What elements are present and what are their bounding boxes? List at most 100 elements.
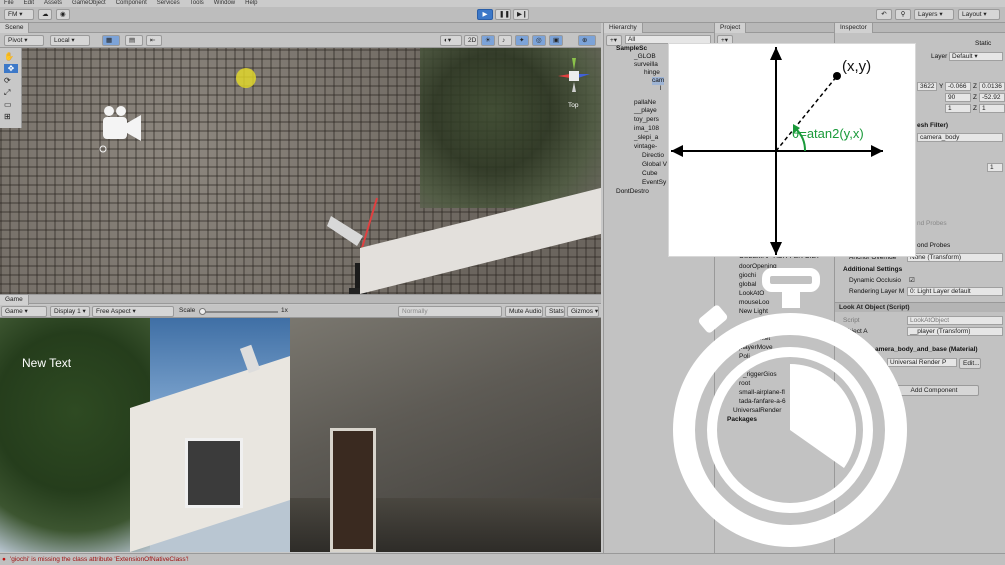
anchor-override-field[interactable]: None (Transform) (907, 253, 1003, 262)
tab-scene[interactable]: Scene (0, 23, 30, 33)
tree-row-0[interactable]: SampleSc (616, 45, 647, 53)
mesh-filter-header[interactable]: esh Filter) (917, 121, 948, 130)
scene-camera-icon[interactable]: ▣ (549, 35, 563, 46)
tree-row-6[interactable]: pallaNe (634, 99, 656, 107)
hidden-objects-icon[interactable]: ◎ (532, 35, 546, 46)
position-z-field[interactable]: 0.0136 (979, 82, 1005, 91)
game-mode-dropdown[interactable]: Game ▾ (1, 306, 47, 317)
menu-component[interactable]: Component (116, 0, 147, 7)
static-label[interactable]: Static (975, 39, 991, 48)
tree-row-5[interactable]: l (660, 85, 661, 93)
status-message[interactable]: 'giochi' is missing the class attribute … (10, 554, 189, 565)
tab-game[interactable]: Game (0, 295, 29, 305)
tree-row-9[interactable]: ima_108 (634, 125, 659, 133)
anchor-override-value: None (Transform) (910, 254, 962, 261)
one-value: 1 (990, 164, 994, 171)
tab-project[interactable]: Project (715, 23, 747, 33)
layer-label: Layer (931, 53, 948, 60)
game-viewport[interactable]: New Text (0, 318, 601, 552)
mute-audio-label: Mute Audio (509, 308, 542, 315)
tree-row-7[interactable]: __playe (634, 107, 657, 115)
menu-services[interactable]: Services (157, 0, 180, 7)
scale-slider-track[interactable] (200, 311, 278, 313)
scale-y-field[interactable]: 1 (945, 104, 971, 113)
space-dropdown[interactable]: Local ▾ (50, 35, 90, 46)
scale-z-field[interactable]: 1 (979, 104, 1005, 113)
fx-icon[interactable]: ✦ (515, 35, 529, 46)
tree-row-15[interactable]: EventSy (642, 179, 666, 187)
position-x-field[interactable]: 3622 (917, 82, 937, 91)
scale-slider-handle[interactable] (199, 308, 206, 315)
probes-dropdown[interactable]: ond Probes (917, 241, 950, 250)
quality-dropdown[interactable]: Normally (398, 306, 502, 317)
step-button[interactable]: ▶❙ (513, 9, 529, 20)
rotate-tool-icon[interactable]: ⟳ (4, 76, 11, 85)
mode-2d-button[interactable]: 2D (464, 35, 478, 46)
tree-row-1[interactable]: _GLOB (634, 53, 656, 61)
tab-inspector[interactable]: Inspector (835, 23, 873, 33)
aspect-dropdown[interactable]: Free Aspect ▾ (92, 306, 174, 317)
one-value-field[interactable]: 1 (987, 163, 1003, 172)
render-mode-icon[interactable]: ◐▾ (440, 35, 462, 46)
gizmos-toggle-icon[interactable]: ⊕ (578, 35, 596, 46)
search-icon[interactable]: ⚲ (895, 9, 911, 20)
tree-row-14[interactable]: Cube (642, 170, 658, 178)
game-tab-label: Game (5, 296, 23, 303)
tree-row-10[interactable]: _slepi_a (634, 134, 658, 142)
tree-row-16[interactable]: DontDestro (616, 188, 649, 196)
menu-help[interactable]: Help (245, 0, 257, 7)
history-icon[interactable]: ↶ (876, 9, 892, 20)
tree-row-13[interactable]: Global V (642, 161, 667, 169)
menu-tools[interactable]: Tools (190, 0, 204, 7)
tree-row-8[interactable]: toy_pers (634, 116, 659, 124)
rect-tool-icon[interactable]: ▭ (4, 100, 12, 109)
main-toolbar: FM ▾ ☁ ◉ ▶ ❚❚ ▶❙ ↶ ⚲ Layers ▾ Layout ▾ (0, 7, 1005, 23)
snap-increment-icon[interactable]: ▤ (125, 35, 143, 46)
position-y-field[interactable]: -0.066 (945, 82, 971, 91)
camera-gizmo-icon[interactable] (95, 103, 147, 153)
object-a-field[interactable]: __player (Transform) (907, 327, 1003, 336)
move-tool-icon[interactable]: ✥ (4, 64, 18, 73)
tree-row-11[interactable]: vintage- (634, 143, 657, 151)
scene-viewport[interactable]: ✋ ✥ ⟳ ⤢ ▭ ⊞ Top (0, 48, 601, 294)
scale-tool-icon[interactable]: ⤢ (4, 88, 10, 98)
hand-tool-icon[interactable]: ✋ (4, 52, 14, 61)
transform-tool-icon[interactable]: ⊞ (4, 112, 11, 121)
edit-shader-button[interactable]: Edit... (959, 358, 981, 369)
tree-row-2[interactable]: surveilla (634, 61, 658, 69)
pause-button[interactable]: ❚❚ (495, 9, 511, 20)
mute-audio-button[interactable]: Mute Audio (505, 306, 543, 317)
lighting-icon[interactable]: ☀ (481, 35, 495, 46)
script-field[interactable]: LookAtObject (907, 316, 1003, 325)
tab-hierarchy[interactable]: Hierarchy (604, 23, 643, 33)
align-icon[interactable]: ⇤ (146, 35, 162, 46)
stats-button[interactable]: Stats (545, 306, 565, 317)
layout-dropdown[interactable]: Layout ▾ (958, 9, 1000, 20)
rotation-z-field[interactable]: -52.92 (979, 93, 1005, 102)
menu-file[interactable]: File (4, 0, 14, 7)
menu-window[interactable]: Window (214, 0, 235, 7)
display-label: Display 1 (54, 308, 81, 315)
collab-icon[interactable]: ◉ (56, 9, 70, 20)
tree-row-3[interactable]: hinge (644, 69, 660, 77)
menu-edit[interactable]: Edit (24, 0, 34, 7)
hierarchy-search-value: All (628, 36, 636, 43)
menu-assets[interactable]: Assets (44, 0, 62, 7)
pivot-dropdown[interactable]: Pivot ▾ (4, 35, 44, 46)
rotation-y-field[interactable]: 90 (945, 93, 971, 102)
gizmos-button[interactable]: Gizmos ▾ (567, 306, 599, 317)
layer-dropdown[interactable]: Default ▾ (949, 52, 1003, 61)
display-dropdown[interactable]: Display 1 ▾ (50, 306, 90, 317)
account-button[interactable]: FM ▾ (4, 9, 34, 20)
game-toolbar: Game ▾ Display 1 ▾ Free Aspect ▾ Scale 1… (0, 305, 601, 318)
grid-snap-icon[interactable]: ▦ (102, 35, 120, 46)
play-button[interactable]: ▶ (477, 9, 493, 20)
tree-row-12[interactable]: Directio (642, 152, 664, 160)
audio-icon[interactable]: ♪ (498, 35, 512, 46)
cloud-icon[interactable]: ☁ (38, 9, 52, 20)
layers-dropdown[interactable]: Layers ▾ (914, 9, 954, 20)
tree-row-4[interactable]: cam (652, 77, 665, 85)
mesh-field[interactable]: camera_body (917, 133, 1003, 142)
rendering-layer-dropdown[interactable]: 0: Light Layer default (907, 287, 1003, 296)
menu-gameobject[interactable]: GameObject (72, 0, 106, 7)
